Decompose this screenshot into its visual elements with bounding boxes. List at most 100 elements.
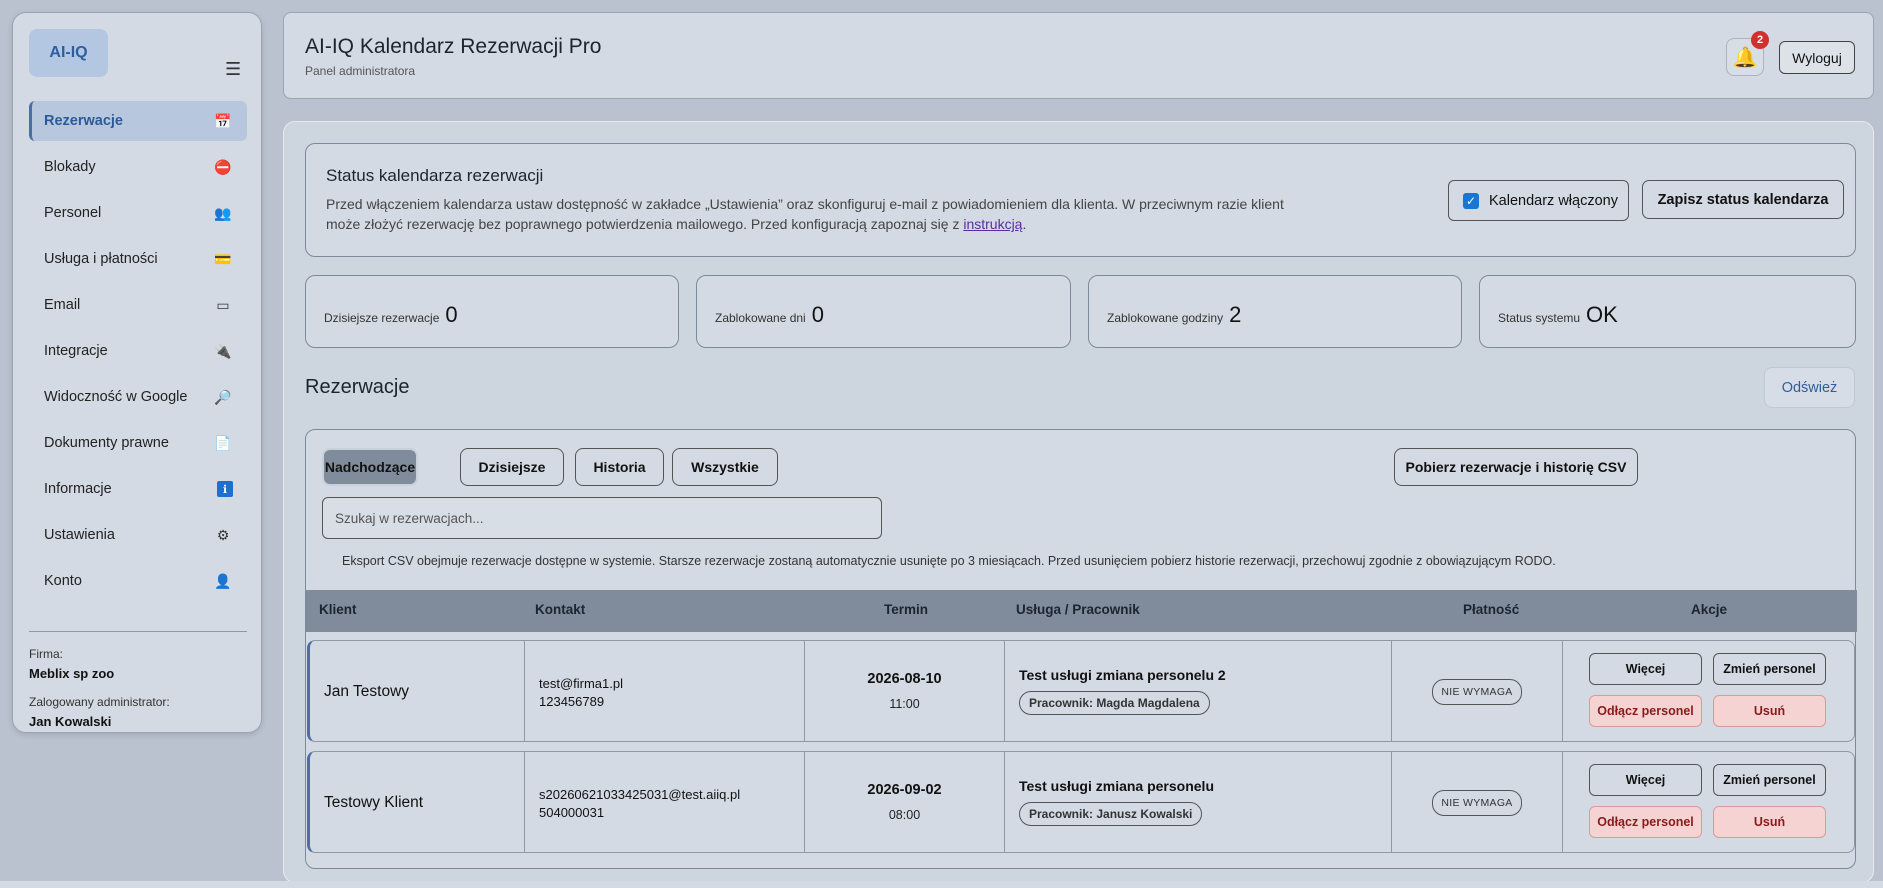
refresh-button[interactable]: Odśwież [1764,367,1855,408]
contact-info: s20260621033425031@test.aiiq.pl 50400003… [539,786,740,822]
plug-icon: 🔌 [214,342,232,359]
tab-all[interactable]: Wszystkie [672,448,778,486]
status-text-end: . [1022,216,1027,232]
sidebar-item-blokady[interactable]: Blokady ⛔ [29,147,247,187]
status-description: Przed włączeniem kalendarza ustaw dostęp… [326,194,1286,234]
more-button[interactable]: Więcej [1589,764,1702,796]
worker-badge: Pracownik: Magda Magdalena [1019,691,1210,715]
sidebar-item-ustawienia[interactable]: Ustawienia ⚙ [29,515,247,555]
tab-upcoming[interactable]: Nadchodzące [322,448,418,486]
payment-status-badge: NIE WYMAGA [1432,679,1522,705]
search-input[interactable] [322,497,882,539]
sidebar-divider [29,631,247,632]
payment-cell: NIE WYMAGA [1392,752,1563,852]
actions-cell: Więcej Zmień personel Odłącz personel Us… [1563,752,1855,852]
stat-value: 0 [811,302,824,327]
no-entry-icon: ⛔ [214,158,232,175]
sidebar-item-label: Rezerwacje [44,113,123,129]
calendar-enabled-label: Kalendarz włączony [1489,192,1618,209]
menu-toggle-icon[interactable]: ☰ [225,60,241,78]
sidebar-item-informacje[interactable]: Informacje ℹ [29,469,247,509]
column-header-service: Usługa / Pracownik [1016,602,1140,617]
sidebar-item-label: Integracje [44,343,108,359]
admin-value: Jan Kowalski [29,714,112,729]
client-name: Testowy Klient [324,794,424,811]
sidebar-item-usluga[interactable]: Usługa i płatności 💳 [29,239,247,279]
stat-label: Zablokowane godziny [1107,311,1224,325]
stat-system-status: Status systemu OK [1479,275,1856,348]
column-header-payment: Płatność [1463,602,1520,617]
reservation-date: 2026-09-02 [867,782,942,798]
date-cell: 2026-09-02 08:00 [805,752,1005,852]
service-name: Test usługi zmiana personelu 2 [1019,667,1226,683]
change-staff-button[interactable]: Zmień personel [1713,764,1826,796]
sidebar-item-label: Ustawienia [44,527,115,543]
client-cell: Jan Testowy [310,641,525,741]
column-header-client: Klient [319,602,357,617]
sidebar-item-google[interactable]: Widoczność w Google 🔎 [29,377,247,417]
table-row: Testowy Klient s20260621033425031@test.a… [307,751,1855,853]
search-icon: 🔎 [214,388,232,405]
company-label: Firma: [29,647,63,661]
calendar-enabled-toggle[interactable]: ✓ Kalendarz włączony [1448,180,1629,221]
detach-staff-button[interactable]: Odłącz personel [1589,695,1702,727]
date-cell: 2026-08-10 11:00 [805,641,1005,741]
instruction-link[interactable]: instrukcją [963,216,1022,232]
sidebar-nav: Rezerwacje 📅 Blokady ⛔ Personel 👥 Usługa… [29,101,247,607]
tab-today[interactable]: Dzisiejsze [460,448,564,486]
client-cell: Testowy Klient [310,752,525,852]
status-text: Przed włączeniem kalendarza ustaw dostęp… [326,196,1284,232]
delete-button[interactable]: Usuń [1713,695,1826,727]
table-row: Jan Testowy test@firma1.pl 123456789 202… [307,640,1855,742]
stat-value: 2 [1229,302,1242,327]
stat-label: Zablokowane dni [715,311,806,325]
download-csv-button[interactable]: Pobierz rezerwacje i historię CSV [1394,448,1638,486]
tab-history[interactable]: Historia [575,448,664,486]
sidebar-item-integracje[interactable]: Integracje 🔌 [29,331,247,371]
service-cell: Test usługi zmiana personelu Pracownik: … [1005,752,1392,852]
sidebar-item-label: Dokumenty prawne [44,435,169,451]
page-title: AI-IQ Kalendarz Rezerwacji Pro [305,35,602,58]
reservation-time: 11:00 [889,697,920,711]
stat-blocked-days: Zablokowane dni 0 [696,275,1071,348]
company-value: Meblix sp zoo [29,666,115,681]
horizontal-scrollbar[interactable] [0,881,1883,888]
stat-value: OK [1586,302,1618,327]
sidebar-item-personel[interactable]: Personel 👥 [29,193,247,233]
service-cell: Test usługi zmiana personelu 2 Pracownik… [1005,641,1392,741]
sidebar-item-label: Blokady [44,159,96,175]
sidebar-item-label: Konto [44,573,82,589]
sidebar-item-label: Informacje [44,481,112,497]
user-icon: 👤 [214,572,232,589]
delete-button[interactable]: Usuń [1713,806,1826,838]
calendar-status-card: Status kalendarza rezerwacji Przed włącz… [305,143,1856,257]
gear-icon: ⚙ [216,526,230,543]
contact-info: test@firma1.pl 123456789 [539,675,623,711]
contact-email: test@firma1.pl [539,676,623,691]
service-name: Test usługi zmiana personelu [1019,778,1215,794]
change-staff-button[interactable]: Zmień personel [1713,653,1826,685]
reservations-title: Rezerwacje [305,376,410,398]
save-status-button[interactable]: Zapisz status kalendarza [1642,180,1844,219]
sidebar-item-label: Personel [44,205,102,221]
sidebar-item-label: Widoczność w Google [44,389,188,405]
reservation-date: 2026-08-10 [867,671,942,687]
bell-icon: 🔔 [1732,46,1758,69]
worker-badge: Pracownik: Janusz Kowalski [1019,802,1203,826]
page-subtitle: Panel administratora [305,64,416,78]
app-logo[interactable]: AI-IQ [29,29,108,77]
detach-staff-button[interactable]: Odłącz personel [1589,806,1702,838]
contact-phone: 504000031 [539,805,605,820]
sidebar-item-dokumenty[interactable]: Dokumenty prawne 📄 [29,423,247,463]
contact-cell: test@firma1.pl 123456789 [525,641,805,741]
column-header-actions: Akcje [1691,602,1728,617]
sidebar-item-rezerwacje[interactable]: Rezerwacje 📅 [29,101,247,141]
column-header-date: Termin [884,602,929,617]
sidebar-item-konto[interactable]: Konto 👤 [29,561,247,601]
more-button[interactable]: Więcej [1589,653,1702,685]
top-header: AI-IQ Kalendarz Rezerwacji Pro Panel adm… [283,12,1874,99]
info-icon: ℹ [217,481,233,497]
logout-button[interactable]: Wyloguj [1779,41,1855,74]
sidebar-item-label: Usługa i płatności [44,251,158,267]
sidebar-item-email[interactable]: Email ▭ [29,285,247,325]
